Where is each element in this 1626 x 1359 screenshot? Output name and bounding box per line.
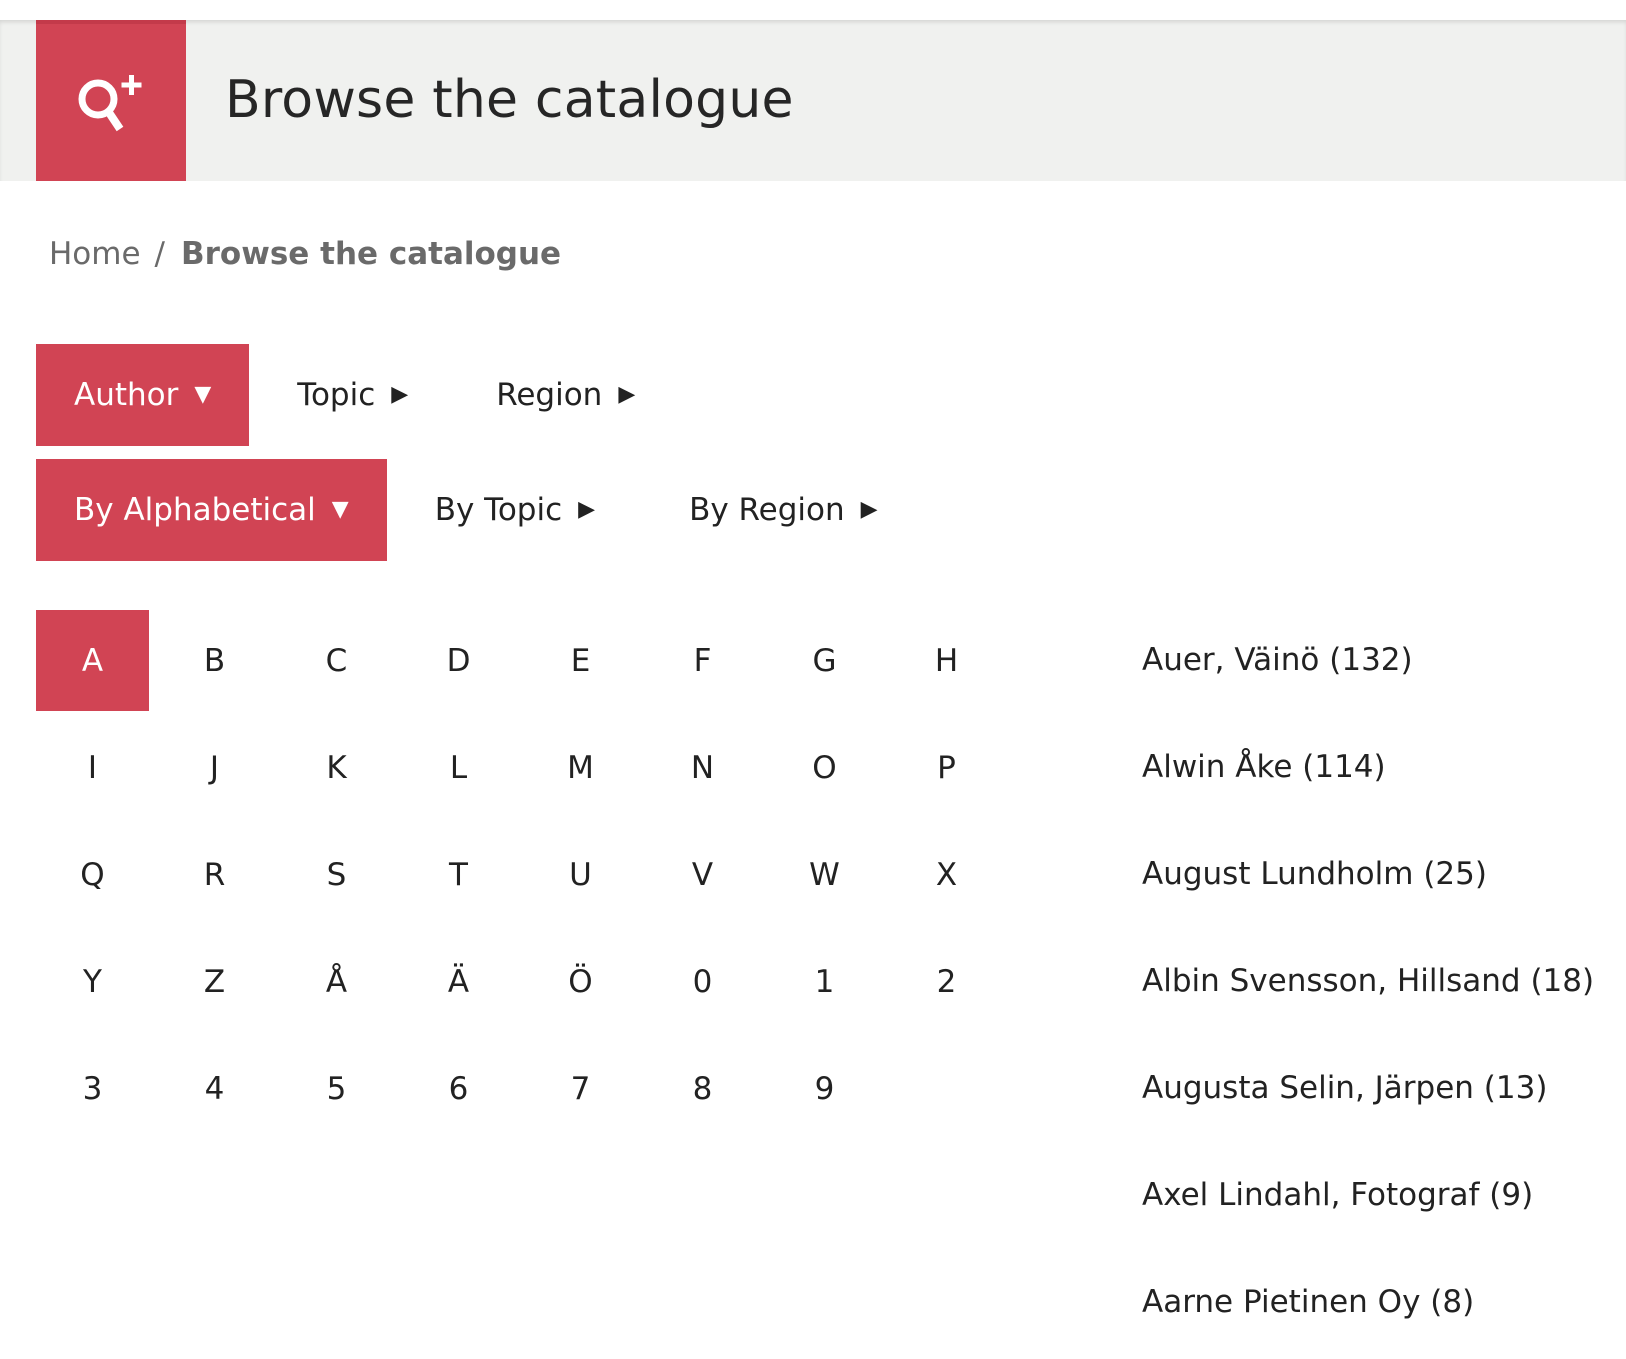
author-list: Auer, Väinö (132) Alwin Åke (114) August L… [1142,610,1594,1359]
tab-by-region[interactable]: By Region ▶ [643,459,916,561]
letter-link[interactable]: W [768,824,881,925]
tab-label: By Alphabetical [74,492,316,528]
letter-link[interactable]: E [524,610,637,711]
caret-right-icon: ▶ [860,497,878,522]
tab-label: By Region [689,492,845,528]
breadcrumb: Home / Browse the catalogue [49,236,561,272]
letter-link[interactable]: T [402,824,515,925]
letter-link[interactable]: A [36,610,149,711]
letter-link[interactable]: 3 [36,1038,149,1139]
tab-author[interactable]: Author ▼ [36,344,250,446]
letter-link[interactable]: Z [158,931,271,1032]
letter-link[interactable]: M [524,717,637,818]
letter-link[interactable]: 7 [524,1038,637,1139]
primary-tabs: Author ▼ Topic ▶ Region ▶ [36,344,673,446]
caret-down-icon: ▼ [194,382,212,407]
letter-link[interactable]: 9 [768,1038,881,1139]
tab-label: Topic [297,377,376,413]
letter-link[interactable]: 0 [646,931,759,1032]
letter-link[interactable]: O [768,717,881,818]
header-icon-box [36,20,186,181]
author-list-item[interactable]: Auer, Väinö (132) [1142,610,1594,717]
letter-link[interactable]: P [890,717,1003,818]
letter-link[interactable]: Ö [524,931,637,1032]
letter-link[interactable]: 2 [890,931,1003,1032]
letter-link[interactable]: 1 [768,931,881,1032]
letter-link[interactable]: H [890,610,1003,711]
letter-link[interactable]: K [280,717,393,818]
breadcrumb-current: Browse the catalogue [181,236,562,272]
letter-link[interactable]: 5 [280,1038,393,1139]
letter-link[interactable]: D [402,610,515,711]
tab-topic[interactable]: Topic ▶ [249,344,456,446]
letter-link[interactable]: C [280,610,393,711]
letter-link[interactable]: V [646,824,759,925]
letter-link[interactable]: I [36,717,149,818]
letter-link[interactable]: S [280,824,393,925]
author-list-item[interactable]: Albin Svensson, Hillsand (18) [1142,931,1594,1038]
author-list-item[interactable]: Axel Lindahl, Fotograf (9) [1142,1145,1594,1252]
letter-link[interactable]: L [402,717,515,818]
letter-link[interactable]: N [646,717,759,818]
letter-link[interactable]: Å [280,931,393,1032]
letter-link[interactable]: B [158,610,271,711]
letter-link[interactable]: R [158,824,271,925]
letter-link[interactable]: 6 [402,1038,515,1139]
breadcrumb-separator: / [154,236,165,272]
breadcrumb-home-link[interactable]: Home [49,236,141,272]
secondary-tabs: By Alphabetical ▼ By Topic ▶ By Region ▶ [36,459,916,561]
author-list-item[interactable]: Augusta Selin, Järpen (13) [1142,1038,1594,1145]
letter-link[interactable]: U [524,824,637,925]
author-list-item[interactable]: August Lundholm (25) [1142,824,1594,931]
letter-link[interactable]: Q [36,824,149,925]
tab-by-topic[interactable]: By Topic ▶ [387,459,643,561]
page-title: Browse the catalogue [225,70,794,130]
caret-right-icon: ▶ [618,382,636,407]
letter-link[interactable]: X [890,824,1003,925]
tab-by-alphabetical[interactable]: By Alphabetical ▼ [36,459,387,561]
caret-right-icon: ▶ [578,497,596,522]
letter-link[interactable]: J [158,717,271,818]
letter-link[interactable]: F [646,610,759,711]
letter-link[interactable]: 4 [158,1038,271,1139]
tab-label: Author [74,377,179,413]
letter-link[interactable]: Y [36,931,149,1032]
tab-region[interactable]: Region ▶ [456,344,673,446]
tab-label: By Topic [434,492,563,528]
author-list-item[interactable]: Alwin Åke (114) [1142,717,1594,824]
letter-link[interactable]: G [768,610,881,711]
caret-down-icon: ▼ [331,497,349,522]
letter-link[interactable]: 8 [646,1038,759,1139]
letter-grid: ABCDEFGH IJKLMNOP QRSTUVWX YZÅÄÖ012 3456789 [36,610,1012,1145]
letter-link[interactable]: Ä [402,931,515,1032]
author-list-item[interactable]: Aarne Pietinen Oy (8) [1142,1252,1594,1359]
caret-right-icon: ▶ [391,382,409,407]
search-plus-icon [73,73,149,133]
tab-label: Region [496,377,603,413]
page-header: Browse the catalogue [0,20,1626,181]
